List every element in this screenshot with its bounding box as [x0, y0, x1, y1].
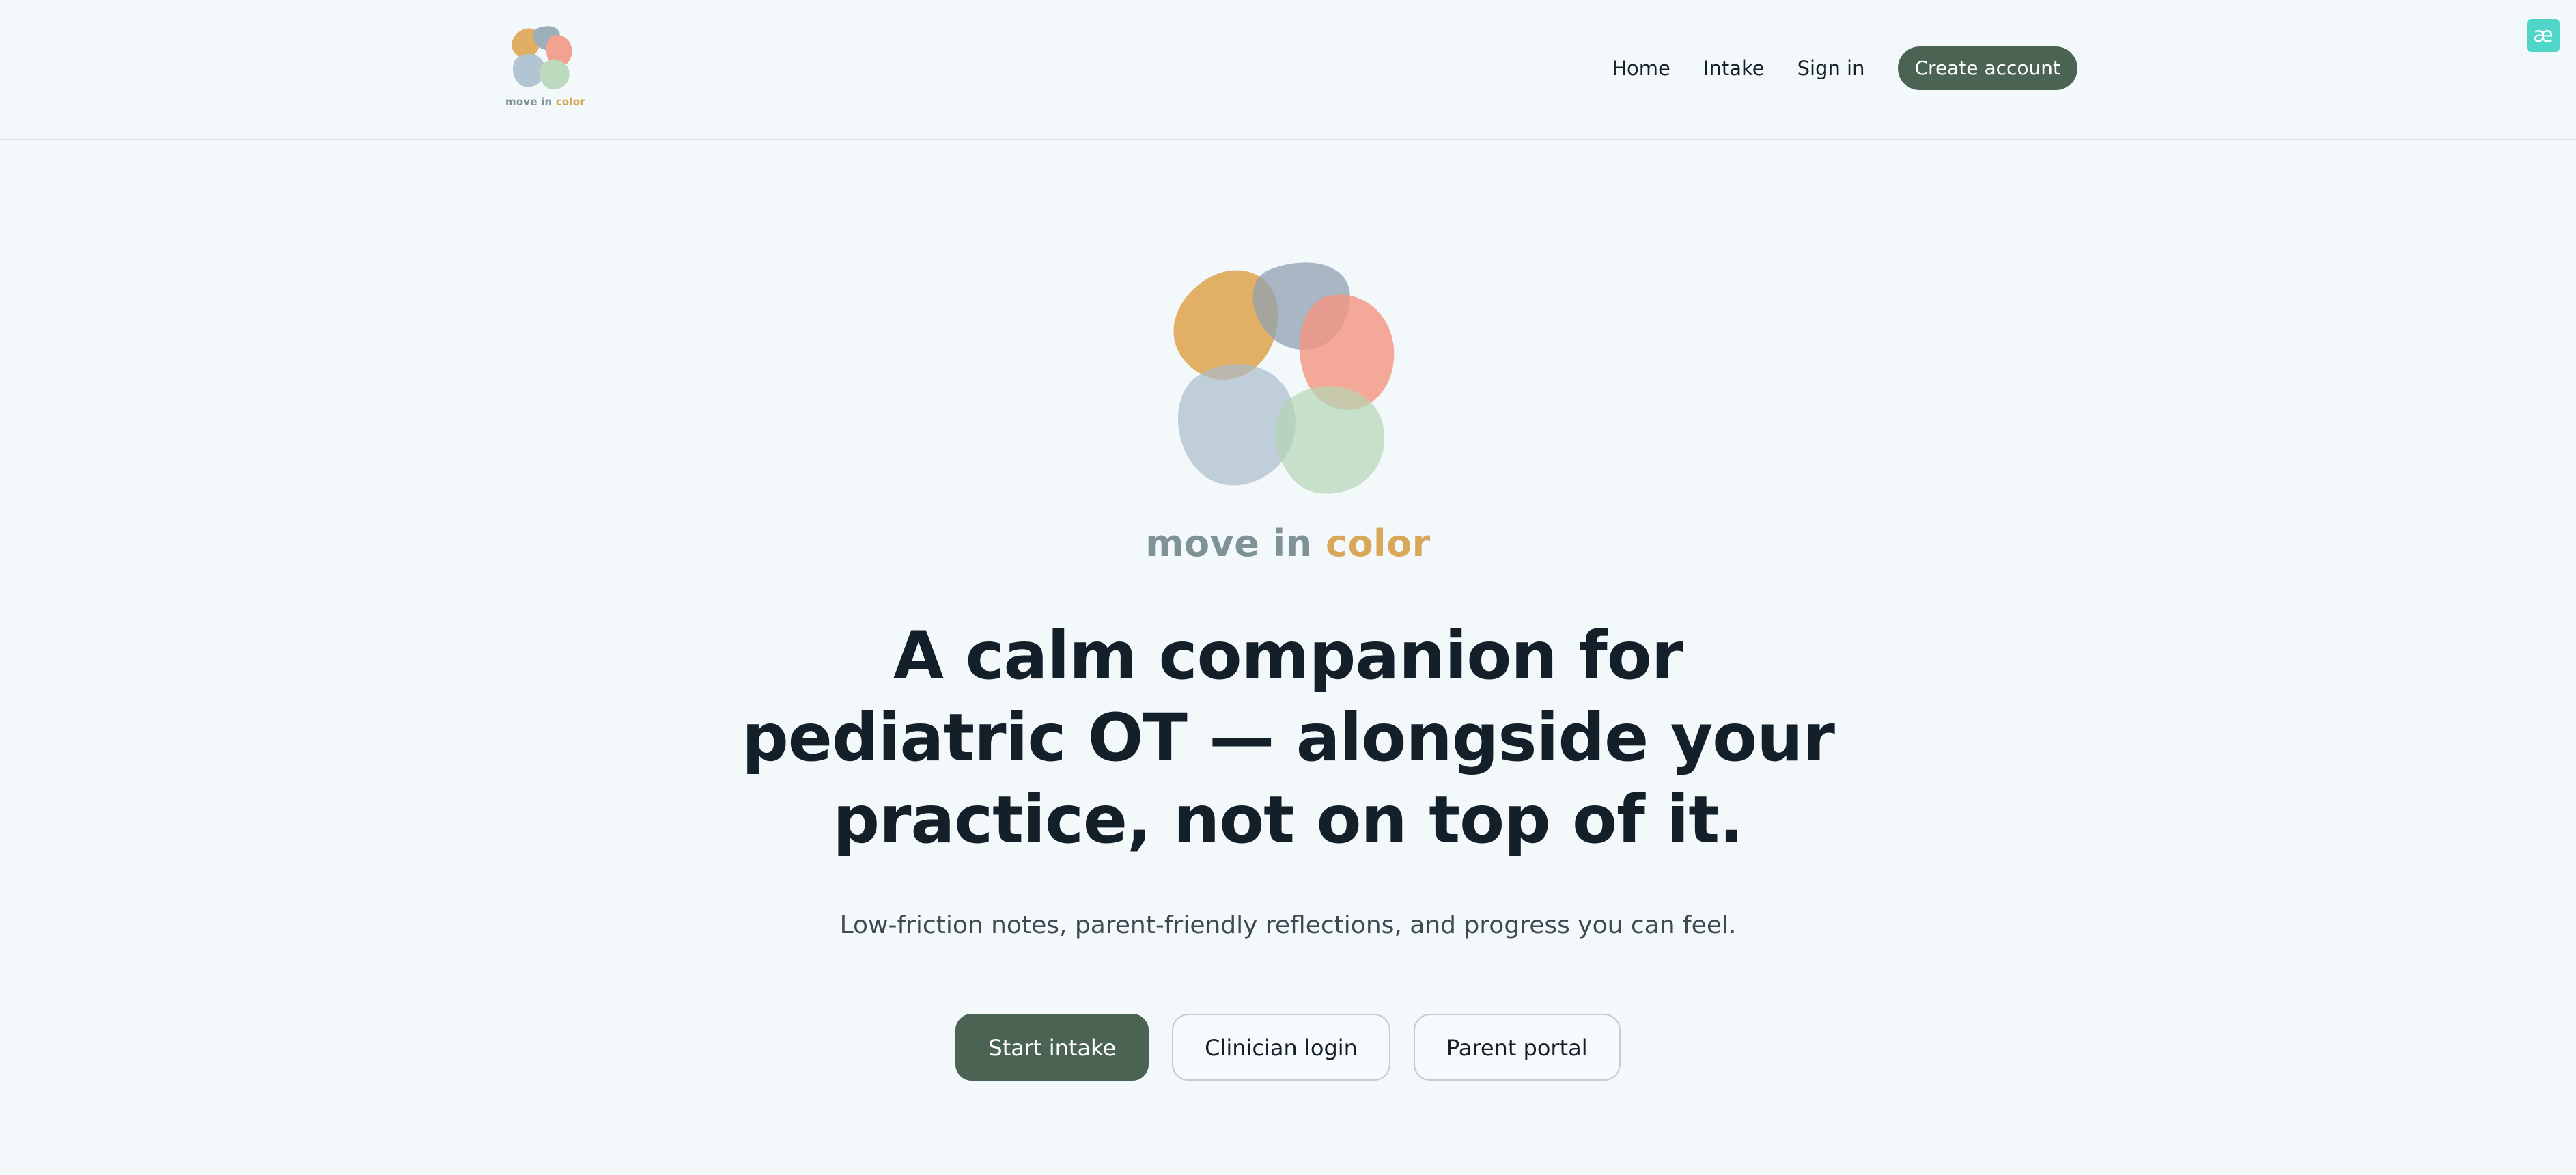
- headline-line-3: practice, not on top of it.: [832, 782, 1744, 858]
- headline-line-1: A calm companion for: [893, 618, 1683, 694]
- nav-intake[interactable]: Intake: [1687, 46, 1781, 90]
- hero-headline: A calm companion for pediatric OT — alon…: [708, 615, 1868, 861]
- page: move in color Home Intake Sign in Create…: [0, 0, 2576, 1175]
- nav-sign-in[interactable]: Sign in: [1781, 46, 1881, 90]
- wordmark-part2: color: [555, 96, 585, 108]
- hero-wordmark: move in color: [1083, 522, 1493, 565]
- site-header: move in color Home Intake Sign in Create…: [0, 0, 2576, 140]
- headline-line-2: pediatric OT — alongside your: [742, 700, 1835, 776]
- create-account-button[interactable]: Create account: [1897, 46, 2077, 90]
- hero-logo-blobs-icon: [1173, 262, 1395, 494]
- header-logo-wordmark: move in color: [505, 96, 585, 108]
- hero-logo: [1151, 257, 1425, 516]
- nav-home[interactable]: Home: [1595, 46, 1687, 90]
- main-nav: Home Intake Sign in Create account: [1595, 46, 2077, 90]
- hero-actions: Start intake Clinician login Parent port…: [708, 1014, 1868, 1081]
- start-intake-button[interactable]: Start intake: [955, 1014, 1149, 1081]
- header-logo[interactable]: move in color: [505, 25, 585, 113]
- hero-wordmark-part1: move in: [1145, 522, 1313, 565]
- logo-blobs-icon: [512, 26, 572, 89]
- wordmark-part1: move in: [505, 96, 552, 108]
- parent-portal-button[interactable]: Parent portal: [1413, 1014, 1621, 1081]
- clinician-login-button[interactable]: Clinician login: [1172, 1014, 1390, 1081]
- hero-wordmark-part2: color: [1325, 522, 1431, 565]
- hero-subline: Low-friction notes, parent-friendly refl…: [839, 911, 1737, 939]
- extension-icon[interactable]: æ: [2527, 19, 2560, 52]
